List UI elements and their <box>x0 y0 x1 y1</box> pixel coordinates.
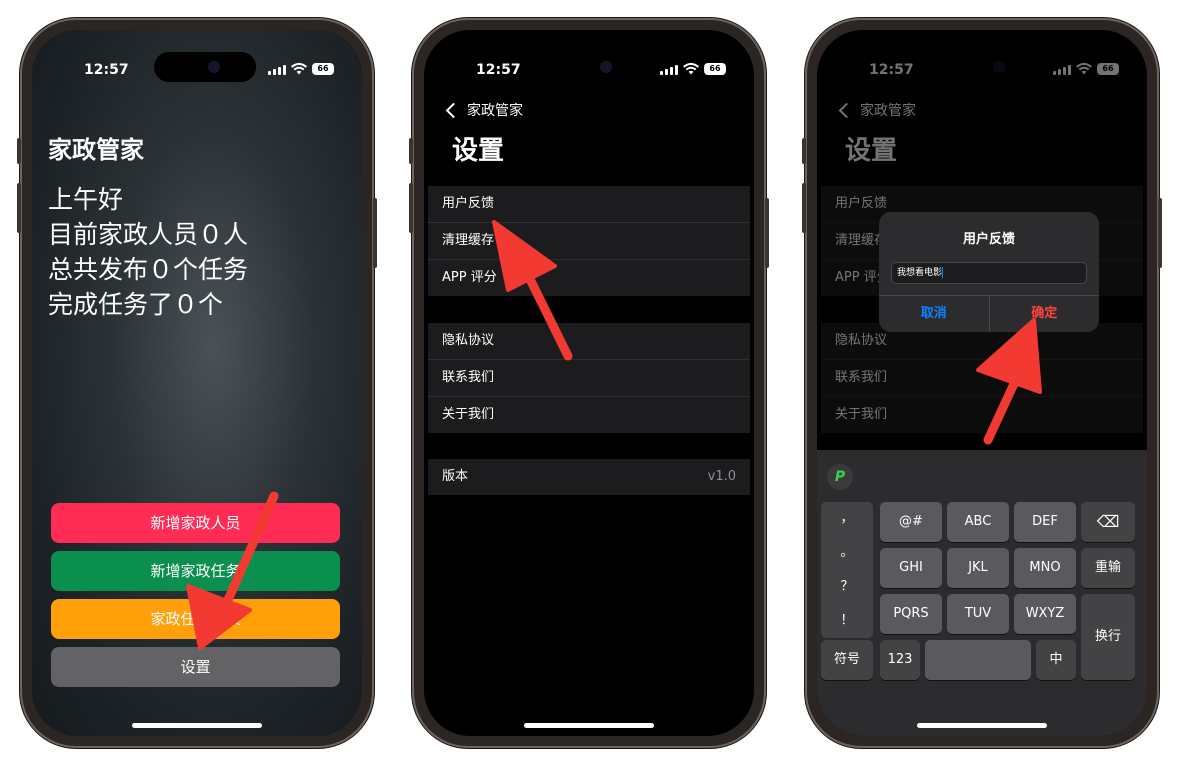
arrow-to-confirm-icon <box>976 318 1042 445</box>
arrow-to-feedback-icon <box>492 220 573 361</box>
arrow-to-settings-icon <box>186 491 279 650</box>
annotation-arrows <box>186 220 1042 650</box>
